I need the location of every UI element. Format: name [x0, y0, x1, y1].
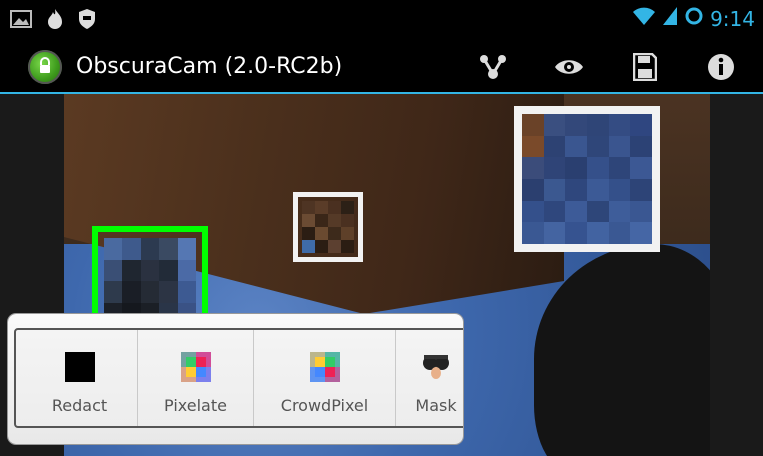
- info-icon[interactable]: [704, 50, 738, 84]
- crowdpixel-icon: [309, 352, 340, 382]
- signal-icon: [662, 6, 678, 31]
- filter-label: Mask: [415, 396, 457, 415]
- filter-mask[interactable]: Mask: [396, 330, 463, 426]
- action-bar: ObscuraCam (2.0-RC2b): [0, 38, 763, 94]
- shield-icon: [78, 8, 96, 35]
- obscure-region[interactable]: [514, 106, 660, 252]
- redact-icon: [64, 352, 95, 382]
- pixelate-icon: [180, 352, 211, 382]
- sync-icon: [684, 6, 704, 31]
- pixelated-area: [302, 201, 354, 253]
- filter-label: Redact: [51, 396, 108, 415]
- filter-label: Pixelate: [164, 396, 227, 415]
- app-logo-icon[interactable]: [28, 50, 62, 84]
- save-icon[interactable]: [628, 50, 662, 84]
- preview-eye-icon[interactable]: [552, 50, 586, 84]
- screen: 9:14 ObscuraCam (2.0-RC2b) Redact Pixela…: [0, 0, 763, 456]
- filter-label: CrowdPixel: [280, 396, 369, 415]
- filter-strip[interactable]: Redact Pixelate CrowdPixel Mask: [14, 328, 463, 428]
- fire-icon: [46, 8, 64, 35]
- wifi-icon: [632, 6, 656, 31]
- filter-selector[interactable]: Redact Pixelate CrowdPixel Mask: [8, 314, 463, 444]
- obscure-region[interactable]: [293, 192, 363, 262]
- share-icon[interactable]: [476, 50, 510, 84]
- status-bar: 9:14: [0, 0, 763, 38]
- filter-crowdpixel[interactable]: CrowdPixel: [254, 330, 396, 426]
- image-editor-canvas[interactable]: Redact Pixelate CrowdPixel Mask: [0, 94, 763, 456]
- mask-icon: [421, 352, 451, 382]
- canvas-margin-right: [710, 94, 763, 456]
- app-title: ObscuraCam (2.0-RC2b): [76, 54, 343, 79]
- filter-pixelate[interactable]: Pixelate: [138, 330, 254, 426]
- image-icon: [10, 10, 32, 33]
- pixelated-area: [522, 114, 652, 244]
- clock: 9:14: [710, 6, 755, 31]
- pixelated-area: [104, 238, 196, 324]
- filter-redact[interactable]: Redact: [22, 330, 138, 426]
